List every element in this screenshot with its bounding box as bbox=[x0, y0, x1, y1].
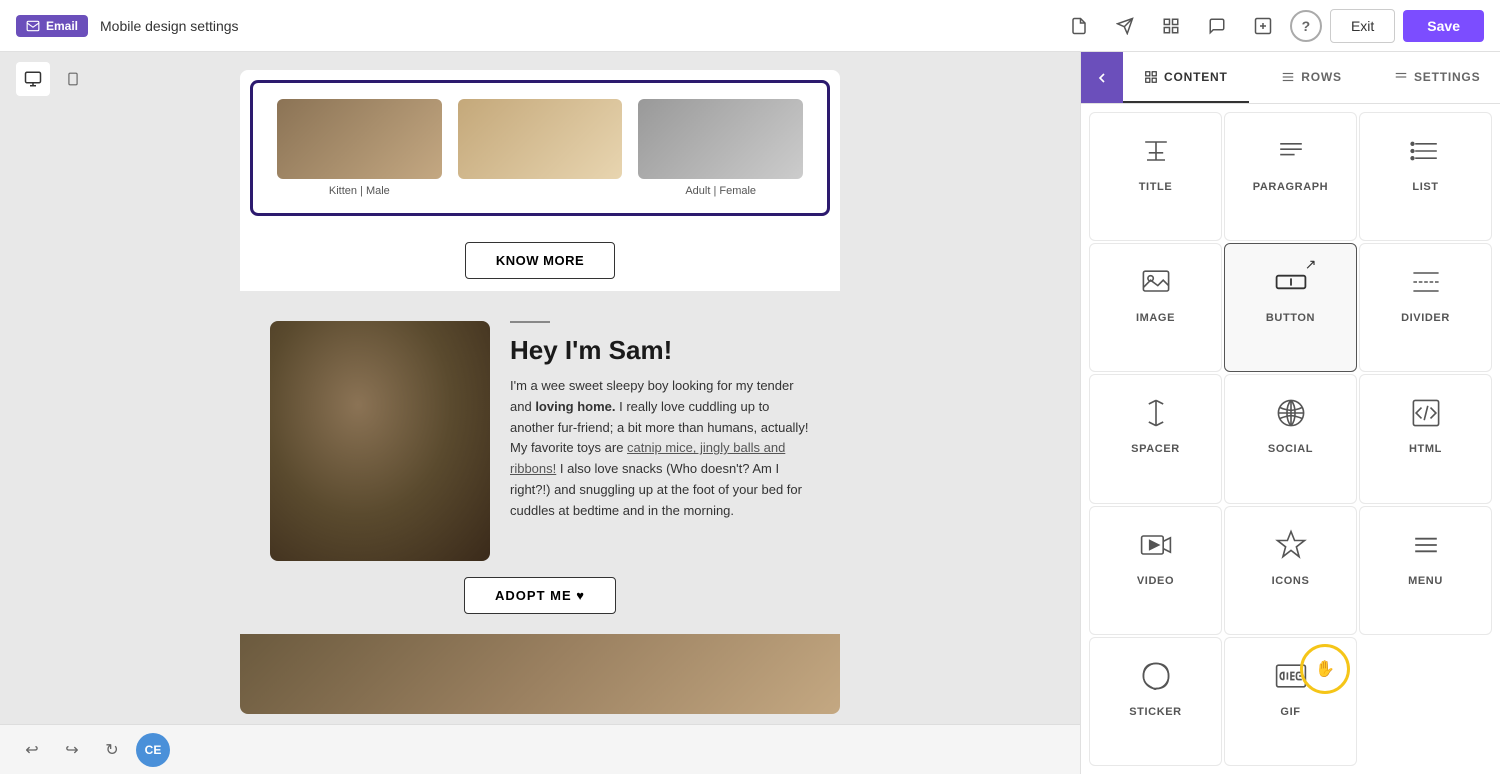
title-icon bbox=[1134, 129, 1178, 173]
html-label: HTML bbox=[1409, 443, 1442, 455]
sticker-icon bbox=[1134, 654, 1178, 698]
panel-toggle[interactable] bbox=[1081, 52, 1123, 103]
know-more-button[interactable]: KNOW MORE bbox=[465, 242, 615, 279]
help-button[interactable]: ? bbox=[1290, 10, 1322, 42]
chat-icon-btn[interactable] bbox=[1198, 7, 1236, 45]
ce-avatar: CE bbox=[136, 733, 170, 767]
adopt-me-button[interactable]: ADOPT ME ♥ bbox=[464, 577, 616, 614]
save-button[interactable]: Save bbox=[1403, 10, 1484, 42]
panel-tabs: CONTENT ROWS SETTINGS bbox=[1081, 52, 1500, 104]
mobile-tab[interactable] bbox=[56, 62, 90, 96]
grid-item-image[interactable]: IMAGE bbox=[1089, 243, 1222, 372]
grid-item-icons[interactable]: ICONS bbox=[1224, 506, 1357, 635]
grid-item-menu[interactable]: MENU bbox=[1359, 506, 1492, 635]
sam-body: I'm a wee sweet sleepy boy looking for m… bbox=[510, 376, 810, 522]
grid-item-button[interactable]: ↗ BUTTON bbox=[1224, 243, 1357, 372]
send-icon-btn[interactable] bbox=[1106, 7, 1144, 45]
cat-image-1 bbox=[277, 99, 442, 179]
device-tabs bbox=[16, 62, 90, 96]
menu-icon bbox=[1404, 523, 1448, 567]
grid-icon-btn[interactable] bbox=[1152, 7, 1190, 45]
grid-item-divider[interactable]: DIVIDER bbox=[1359, 243, 1492, 372]
sam-divider bbox=[510, 321, 550, 323]
video-icon bbox=[1134, 523, 1178, 567]
icons-label: ICONS bbox=[1272, 575, 1310, 587]
email-badge: Email bbox=[16, 15, 88, 37]
social-label: SOCIAL bbox=[1268, 443, 1313, 455]
bottom-bar: ↩ ↪ ↻ CE bbox=[0, 724, 1080, 774]
cat-card-3: Adult | Female bbox=[630, 99, 811, 197]
toolbar: Email Mobile design settings ? Exit Save bbox=[0, 0, 1500, 52]
grid-item-social[interactable]: SOCIAL bbox=[1224, 374, 1357, 503]
grid-item-video[interactable]: VIDEO bbox=[1089, 506, 1222, 635]
gif-label: GIF bbox=[1280, 706, 1300, 718]
main-area: Kitten | Male Adult | Female bbox=[0, 52, 1500, 774]
redo-right-button[interactable]: ↻ bbox=[96, 734, 128, 766]
paragraph-icon bbox=[1269, 129, 1313, 173]
cat-card-1: Kitten | Male bbox=[269, 99, 450, 197]
list-label: LIST bbox=[1412, 181, 1438, 193]
desktop-tab[interactable] bbox=[16, 62, 50, 96]
email-preview: Kitten | Male Adult | Female bbox=[240, 70, 840, 714]
spacer-label: SPACER bbox=[1131, 443, 1180, 455]
divider-label: DIVIDER bbox=[1401, 312, 1450, 324]
bottom-photo bbox=[240, 634, 840, 714]
sam-section: Hey I'm Sam! I'm a wee sweet sleepy boy … bbox=[240, 291, 840, 634]
right-panel: CONTENT ROWS SETTINGS bbox=[1080, 52, 1500, 774]
cat-image-2 bbox=[458, 99, 623, 179]
exit-button[interactable]: Exit bbox=[1330, 9, 1395, 43]
grid-item-title[interactable]: TITLE bbox=[1089, 112, 1222, 241]
toolbar-right: ? Exit Save bbox=[1290, 9, 1484, 43]
tab-settings[interactable]: SETTINGS bbox=[1374, 52, 1500, 103]
video-label: VIDEO bbox=[1137, 575, 1174, 587]
grid-item-sticker[interactable]: STICKER bbox=[1089, 637, 1222, 766]
gif-icon bbox=[1269, 654, 1313, 698]
grid-item-paragraph[interactable]: PARAGRAPH bbox=[1224, 112, 1357, 241]
grid-item-html[interactable]: HTML bbox=[1359, 374, 1492, 503]
sam-text: Hey I'm Sam! I'm a wee sweet sleepy boy … bbox=[510, 321, 810, 522]
image-label: IMAGE bbox=[1136, 312, 1175, 324]
cat-label-1: Kitten | Male bbox=[277, 185, 442, 197]
content-grid: TITLE PARAGRAPH bbox=[1081, 104, 1500, 774]
icons-icon bbox=[1269, 523, 1313, 567]
grid-item-spacer[interactable]: SPACER bbox=[1089, 374, 1222, 503]
add-icon-btn[interactable] bbox=[1244, 7, 1282, 45]
redo-left-button[interactable]: ↪ bbox=[56, 734, 88, 766]
cat-image-3 bbox=[638, 99, 803, 179]
spacer-icon bbox=[1134, 391, 1178, 435]
cat-card-2 bbox=[450, 99, 631, 197]
grid-item-gif[interactable]: ✋ GIF bbox=[1224, 637, 1357, 766]
toolbar-title: Mobile design settings bbox=[100, 18, 239, 34]
button-icon: ↗ bbox=[1269, 260, 1313, 304]
tab-content[interactable]: CONTENT bbox=[1123, 52, 1249, 103]
sticker-label: STICKER bbox=[1129, 706, 1181, 718]
paragraph-label: PARAGRAPH bbox=[1253, 181, 1328, 193]
undo-button[interactable]: ↩ bbox=[16, 734, 48, 766]
doc-icon-btn[interactable] bbox=[1060, 7, 1098, 45]
html-icon bbox=[1404, 391, 1448, 435]
button-label: BUTTON bbox=[1266, 312, 1315, 324]
tab-rows[interactable]: ROWS bbox=[1249, 52, 1375, 103]
sam-title: Hey I'm Sam! bbox=[510, 335, 810, 366]
cat-label-3: Adult | Female bbox=[638, 185, 803, 197]
canvas-area: Kitten | Male Adult | Female bbox=[0, 52, 1080, 774]
sam-photo bbox=[270, 321, 490, 561]
social-icon bbox=[1269, 391, 1313, 435]
grid-item-list[interactable]: LIST bbox=[1359, 112, 1492, 241]
cats-row: Kitten | Male Adult | Female bbox=[250, 80, 830, 216]
sam-content: Hey I'm Sam! I'm a wee sweet sleepy boy … bbox=[270, 321, 810, 561]
menu-label: MENU bbox=[1408, 575, 1443, 587]
image-icon bbox=[1134, 260, 1178, 304]
divider-icon bbox=[1404, 260, 1448, 304]
list-icon bbox=[1404, 129, 1448, 173]
title-label: TITLE bbox=[1139, 181, 1173, 193]
